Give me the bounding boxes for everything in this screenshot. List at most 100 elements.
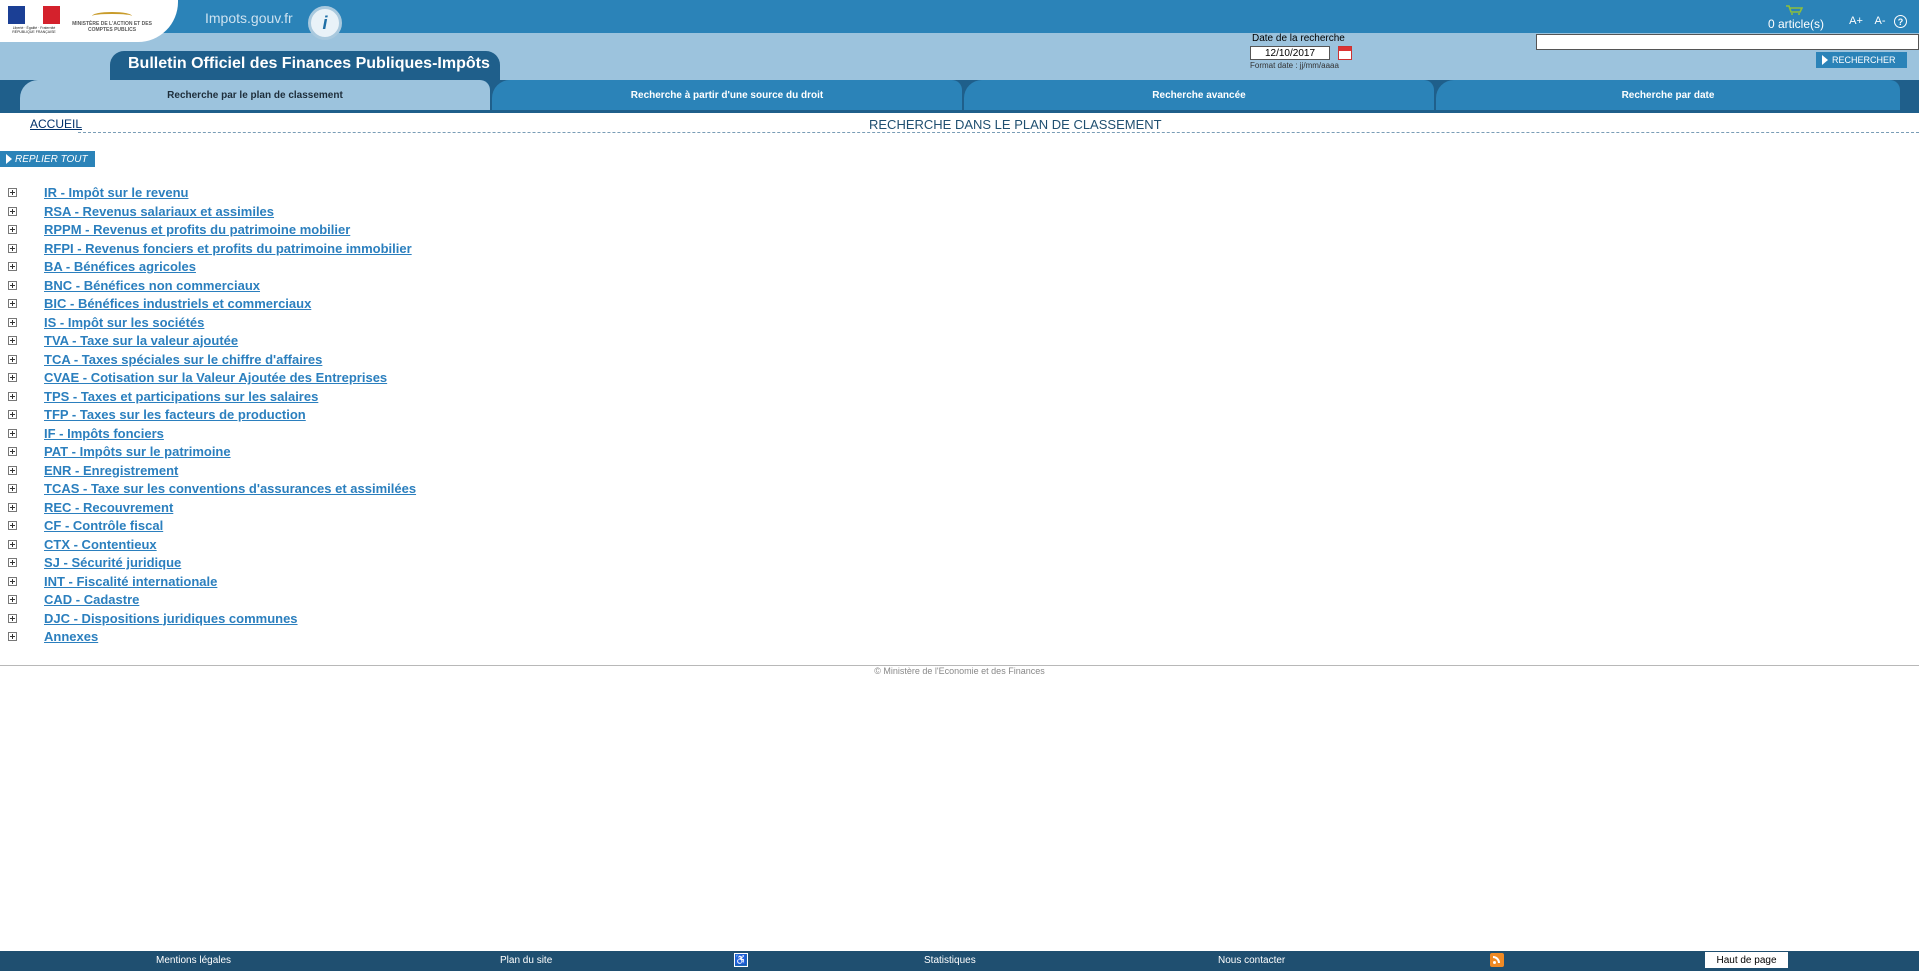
search-date-field[interactable] — [1250, 46, 1330, 60]
expand-icon[interactable] — [8, 262, 17, 271]
expand-icon[interactable] — [8, 280, 17, 290]
tree-item: DJC - Dispositions juridiques communes — [0, 611, 700, 629]
font-increase-icon[interactable]: A+ — [1848, 13, 1864, 29]
search-input[interactable] — [1536, 34, 1919, 50]
calendar-icon[interactable] — [1338, 46, 1352, 60]
flag-icon — [8, 6, 60, 24]
tree-item-link[interactable]: REC - Recouvrement — [44, 500, 173, 515]
tree-item-link[interactable]: ENR - Enregistrement — [44, 463, 178, 478]
tree-item: TCAS - Taxe sur les conventions d'assura… — [0, 481, 700, 499]
tree-item: REC - Recouvrement — [0, 500, 700, 518]
tree-item-link[interactable]: IF - Impôts fonciers — [44, 426, 164, 441]
tree-item-link[interactable]: CAD - Cadastre — [44, 592, 139, 607]
tree-item: CTX - Contentieux — [0, 537, 700, 555]
tree-item-link[interactable]: CTX - Contentieux — [44, 537, 157, 552]
tree-item-link[interactable]: IS - Impôt sur les sociétés — [44, 315, 204, 330]
tree-item-link[interactable]: BA - Bénéfices agricoles — [44, 259, 196, 274]
legal-notice-link[interactable]: Mentions légales — [156, 955, 231, 966]
expand-icon[interactable] — [8, 391, 17, 401]
tree-item-link[interactable]: IR - Impôt sur le revenu — [44, 185, 188, 200]
tree-item-link[interactable]: RPPM - Revenus et profits du patrimoine … — [44, 222, 350, 237]
tree-item: BA - Bénéfices agricoles — [0, 259, 700, 277]
tree-item-link[interactable]: INT - Fiscalité internationale — [44, 574, 217, 589]
expand-icon[interactable] — [8, 317, 17, 327]
expand-icon[interactable] — [8, 188, 17, 197]
tree-item-link[interactable]: BNC - Bénéfices non commerciaux — [44, 278, 260, 293]
divider — [78, 132, 1919, 133]
font-decrease-icon[interactable]: A- — [1872, 13, 1888, 29]
statistics-link[interactable]: Statistiques — [924, 955, 976, 966]
expand-icon[interactable] — [8, 595, 17, 604]
expand-icon[interactable] — [8, 354, 17, 364]
ministry-emblem-icon — [92, 12, 132, 20]
copyright: © Ministère de l'Economie et des Finance… — [874, 666, 1045, 676]
expand-icon[interactable] — [8, 206, 17, 216]
tree-item: RSA - Revenus salariaux et assimiles — [0, 204, 700, 222]
collapse-all-button[interactable]: REPLIER TOUT — [0, 151, 95, 167]
info-icon[interactable]: i — [308, 6, 342, 40]
expand-icon[interactable] — [8, 299, 17, 308]
date-label: Date de la recherche — [1252, 33, 1345, 44]
ministry-logo-text: MINISTÈRE DE L'ACTION ET DES COMPTES PUB… — [72, 21, 152, 33]
cart-icon[interactable] — [1785, 5, 1803, 15]
cart-count[interactable]: 0 article(s) — [1768, 17, 1824, 31]
tab-recherche-par-date[interactable]: Recherche par date — [1436, 80, 1900, 110]
expand-icon[interactable] — [8, 410, 17, 419]
expand-icon[interactable] — [8, 576, 17, 586]
expand-icon[interactable] — [8, 484, 17, 493]
expand-icon[interactable] — [8, 243, 17, 253]
expand-icon[interactable] — [8, 465, 17, 475]
section-heading: RECHERCHE DANS LE PLAN DE CLASSEMENT — [869, 117, 1162, 132]
tree-item-link[interactable]: Annexes — [44, 629, 98, 644]
collapse-all-label: REPLIER TOUT — [15, 153, 88, 165]
contact-link[interactable]: Nous contacter — [1218, 955, 1285, 966]
tree-item-link[interactable]: DJC - Dispositions juridiques communes — [44, 611, 298, 626]
tab-plan-de-classement[interactable]: Recherche par le plan de classement — [20, 80, 490, 110]
arrow-right-icon — [6, 154, 12, 164]
tree-item-link[interactable]: TFP - Taxes sur les facteurs de producti… — [44, 407, 306, 422]
tree-item: BNC - Bénéfices non commerciaux — [0, 278, 700, 296]
tree-item-link[interactable]: RSA - Revenus salariaux et assimiles — [44, 204, 274, 219]
expand-icon[interactable] — [8, 502, 17, 512]
tree-item: IS - Impôt sur les sociétés — [0, 315, 700, 333]
tree-item-link[interactable]: CVAE - Cotisation sur la Valeur Ajoutée … — [44, 370, 387, 385]
expand-icon[interactable] — [8, 613, 17, 623]
tree-item: Annexes — [0, 629, 700, 647]
tab-source-du-droit[interactable]: Recherche à partir d'une source du droit — [492, 80, 962, 110]
tree-item-link[interactable]: RFPI - Revenus fonciers et profits du pa… — [44, 241, 412, 256]
expand-icon[interactable] — [8, 428, 17, 438]
expand-icon[interactable] — [8, 225, 17, 234]
breadcrumb-home-link[interactable]: ACCUEIL — [30, 117, 82, 131]
back-to-top-button[interactable]: Haut de page — [1705, 952, 1788, 968]
expand-icon[interactable] — [8, 373, 17, 382]
expand-icon[interactable] — [8, 521, 17, 530]
arrow-right-icon — [1822, 55, 1828, 65]
tree-item: IR - Impôt sur le revenu — [0, 185, 700, 203]
search-button[interactable]: RECHERCHER — [1816, 52, 1907, 68]
accessibility-icon[interactable]: ♿ — [734, 953, 748, 967]
expand-icon[interactable] — [8, 558, 17, 567]
tree-item-link[interactable]: SJ - Sécurité juridique — [44, 555, 181, 570]
help-icon[interactable]: ? — [1894, 15, 1907, 28]
republique-francaise-logo[interactable]: Liberté · Égalité · Fraternité RÉPUBLIQU… — [8, 6, 60, 38]
date-format-hint: Format date : jj/mm/aaaa — [1250, 61, 1339, 70]
expand-icon[interactable] — [8, 539, 17, 549]
expand-icon[interactable] — [8, 336, 17, 345]
site-name-link[interactable]: Impots.gouv.fr — [205, 10, 293, 26]
sitemap-link[interactable]: Plan du site — [500, 955, 552, 966]
tree-item-link[interactable]: TCA - Taxes spéciales sur le chiffre d'a… — [44, 352, 322, 367]
tree-item-link[interactable]: TVA - Taxe sur la valeur ajoutée — [44, 333, 238, 348]
expand-icon[interactable] — [8, 447, 17, 456]
tree-item-link[interactable]: BIC - Bénéfices industriels et commercia… — [44, 296, 311, 311]
ministry-logo[interactable]: MINISTÈRE DE L'ACTION ET DES COMPTES PUB… — [72, 12, 152, 33]
tree-item-link[interactable]: TCAS - Taxe sur les conventions d'assura… — [44, 481, 416, 496]
expand-icon[interactable] — [8, 632, 17, 641]
tree-item: TFP - Taxes sur les facteurs de producti… — [0, 407, 700, 425]
tree-item: TCA - Taxes spéciales sur le chiffre d'a… — [0, 352, 700, 370]
tree-item-link[interactable]: CF - Contrôle fiscal — [44, 518, 163, 533]
rss-icon[interactable] — [1490, 953, 1504, 967]
tree-item-link[interactable]: TPS - Taxes et participations sur les sa… — [44, 389, 318, 404]
tab-recherche-avancee[interactable]: Recherche avancée — [964, 80, 1434, 110]
tree-item-link[interactable]: PAT - Impôts sur le patrimoine — [44, 444, 231, 459]
rf-logo-text: Liberté · Égalité · Fraternité RÉPUBLIQU… — [12, 26, 56, 34]
